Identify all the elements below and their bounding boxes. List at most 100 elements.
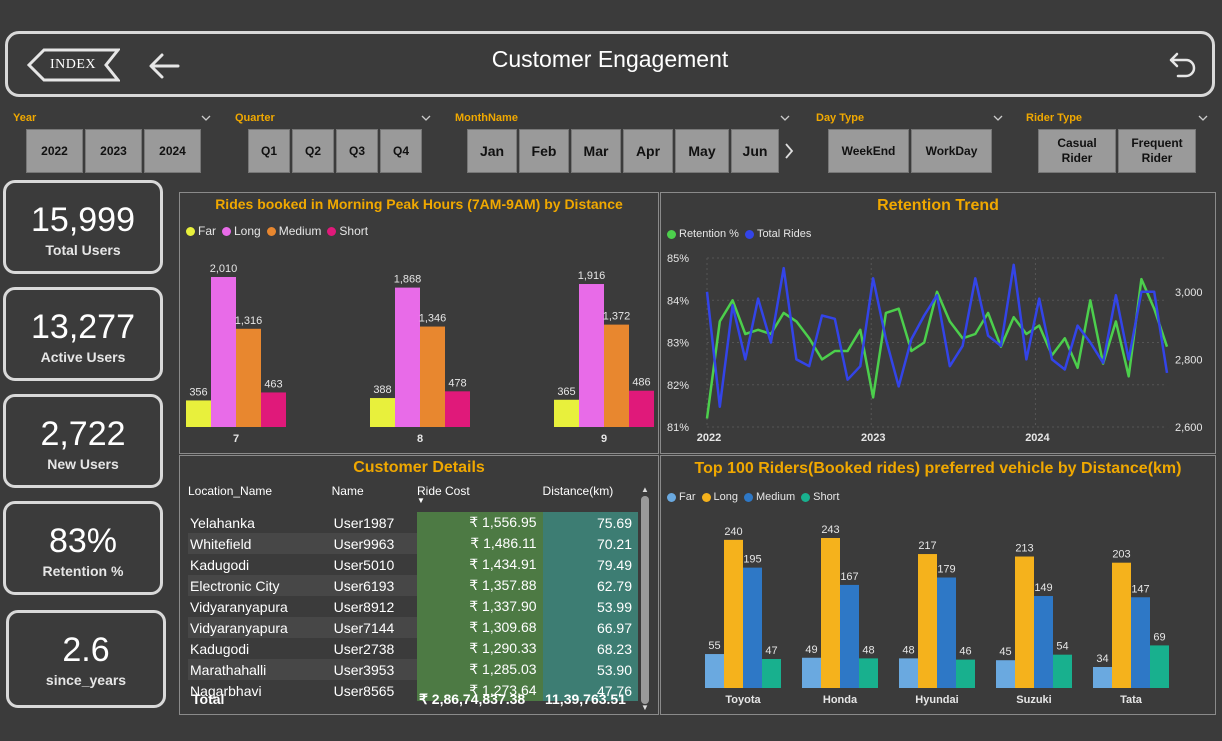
column-header-name[interactable]: Name xyxy=(332,484,417,512)
month-jun-button[interactable]: Jun xyxy=(731,129,779,173)
table-row[interactable]: Electronic City User6193 ₹ 1,357.88 62.79 xyxy=(188,575,638,596)
kpi-active-users: 13,277 Active Users xyxy=(3,287,163,381)
bar-far-toyota[interactable] xyxy=(705,654,724,688)
ridertype-casual-button[interactable]: Casual Rider xyxy=(1038,129,1116,173)
bar-far-suzuki[interactable] xyxy=(996,660,1015,688)
bar-medium-7[interactable] xyxy=(236,328,261,427)
chevron-down-icon[interactable] xyxy=(1198,114,1208,122)
month-feb-button[interactable]: Feb xyxy=(519,129,569,173)
bar-medium-honda[interactable] xyxy=(840,584,859,688)
chevron-down-icon[interactable] xyxy=(421,114,431,122)
bar-long-toyota[interactable] xyxy=(724,539,743,688)
month-may-button[interactable]: May xyxy=(675,129,729,173)
kpi-value: 13,277 xyxy=(31,308,135,346)
column-header-distance[interactable]: Distance(km) xyxy=(543,484,638,512)
total-label: Total xyxy=(192,691,225,707)
customer-details-panel: Customer Details Location_Name Name Ride… xyxy=(179,455,659,715)
daytype-workday-button[interactable]: WorkDay xyxy=(911,129,992,173)
table-row[interactable]: Marathahalli User3953 ₹ 1,285.03 53.90 xyxy=(188,659,638,680)
y-tick-label: 81% xyxy=(667,422,689,434)
x-tick-label: 2023 xyxy=(861,432,885,444)
table-row[interactable]: Kadugodi User5010 ₹ 1,434.91 79.49 xyxy=(188,554,638,575)
bar-long-8[interactable] xyxy=(395,287,420,427)
data-label: 147 xyxy=(1131,583,1149,595)
data-label: 356 xyxy=(189,386,207,398)
cell-ride-cost: ₹ 1,434.91 xyxy=(417,554,543,575)
year-2022-button[interactable]: 2022 xyxy=(26,129,83,173)
bar-short-9[interactable] xyxy=(629,390,654,427)
bar-short-suzuki[interactable] xyxy=(1053,654,1072,688)
table-row[interactable]: Yelahanka User1987 ₹ 1,556.95 75.69 xyxy=(188,512,638,533)
chevron-down-icon[interactable] xyxy=(780,114,790,122)
bar-medium-9[interactable] xyxy=(604,324,629,427)
cell-ride-cost: ₹ 1,290.33 xyxy=(417,638,543,659)
bar-long-hyundai[interactable] xyxy=(918,554,937,688)
chevron-right-icon[interactable] xyxy=(784,143,794,159)
bar-medium-suzuki[interactable] xyxy=(1034,596,1053,688)
bar-long-honda[interactable] xyxy=(821,538,840,688)
quarter-q4-button[interactable]: Q4 xyxy=(380,129,422,173)
scrollbar-thumb[interactable] xyxy=(641,496,649,704)
table-row[interactable]: Vidyaranyapura User7144 ₹ 1,309.68 66.97 xyxy=(188,617,638,638)
data-label: 167 xyxy=(840,571,858,583)
month-mar-button[interactable]: Mar xyxy=(571,129,621,173)
bar-medium-toyota[interactable] xyxy=(743,567,762,688)
table-row[interactable]: Whitefield User9963 ₹ 1,486.11 70.21 xyxy=(188,533,638,554)
customer-details-table: Location_Name Name Ride Cost ▼ Distance(k… xyxy=(188,484,638,701)
month-jan-button[interactable]: Jan xyxy=(467,129,517,173)
category-label: Hyundai xyxy=(915,694,958,706)
table-row[interactable]: Vidyaranyapura User8912 ₹ 1,337.90 53.99 xyxy=(188,596,638,617)
chevron-down-icon[interactable] xyxy=(201,114,211,122)
y2-tick-label: 3,000 xyxy=(1175,287,1203,299)
category-label: 8 xyxy=(417,433,423,445)
bar-short-7[interactable] xyxy=(261,392,286,427)
bar-long-7[interactable] xyxy=(211,277,236,427)
bar-far-7[interactable] xyxy=(186,400,211,427)
bar-short-hyundai[interactable] xyxy=(956,659,975,688)
year-2023-button[interactable]: 2023 xyxy=(85,129,142,173)
x-tick-label: 2024 xyxy=(1025,432,1050,444)
bar-short-8[interactable] xyxy=(445,391,470,427)
cell-distance: 53.90 xyxy=(542,659,638,680)
data-label: 49 xyxy=(805,644,817,656)
cell-distance: 66.97 xyxy=(542,617,638,638)
undo-icon[interactable] xyxy=(1168,50,1198,80)
data-label: 1,346 xyxy=(419,313,447,325)
y2-tick-label: 2,600 xyxy=(1175,422,1203,434)
bar-far-tata[interactable] xyxy=(1093,667,1112,688)
bar-far-8[interactable] xyxy=(370,398,395,427)
quarter-q1-button[interactable]: Q1 xyxy=(248,129,290,173)
bar-medium-tata[interactable] xyxy=(1131,597,1150,688)
year-2024-button[interactable]: 2024 xyxy=(144,129,201,173)
category-label: Suzuki xyxy=(1016,694,1051,706)
quarter-q2-button[interactable]: Q2 xyxy=(292,129,334,173)
bar-short-honda[interactable] xyxy=(859,658,878,688)
bar-long-tata[interactable] xyxy=(1112,562,1131,688)
data-label: 213 xyxy=(1015,543,1033,555)
column-header-ride-cost[interactable]: Ride Cost ▼ xyxy=(417,484,543,512)
bar-far-hyundai[interactable] xyxy=(899,658,918,688)
bar-long-suzuki[interactable] xyxy=(1015,556,1034,688)
table-row[interactable]: Kadugodi User2738 ₹ 1,290.33 68.23 xyxy=(188,638,638,659)
bar-short-tata[interactable] xyxy=(1150,645,1169,688)
chevron-down-icon[interactable] xyxy=(993,114,1003,122)
data-label: 1,372 xyxy=(603,311,631,323)
cell-name: User1987 xyxy=(333,514,395,531)
bar-far-9[interactable] xyxy=(554,399,579,427)
table-scrollbar[interactable] xyxy=(641,496,649,704)
data-label: 243 xyxy=(821,524,839,536)
bar-long-9[interactable] xyxy=(579,284,604,427)
daytype-weekend-button[interactable]: WeekEnd xyxy=(828,129,909,173)
bar-short-toyota[interactable] xyxy=(762,658,781,688)
ridertype-frequent-button[interactable]: Frequent Rider xyxy=(1118,129,1196,173)
quarter-q3-button[interactable]: Q3 xyxy=(336,129,378,173)
bar-medium-hyundai[interactable] xyxy=(937,577,956,688)
data-label: 2,010 xyxy=(210,263,238,275)
bar-far-honda[interactable] xyxy=(802,657,821,688)
cell-ride-cost: ₹ 1,357.88 xyxy=(417,575,543,596)
page-title: Customer Engagement xyxy=(491,46,729,72)
scroll-up-icon[interactable]: ▲ xyxy=(639,485,651,495)
bar-medium-8[interactable] xyxy=(420,326,445,427)
month-apr-button[interactable]: Apr xyxy=(623,129,673,173)
column-header-location[interactable]: Location_Name xyxy=(188,484,332,512)
